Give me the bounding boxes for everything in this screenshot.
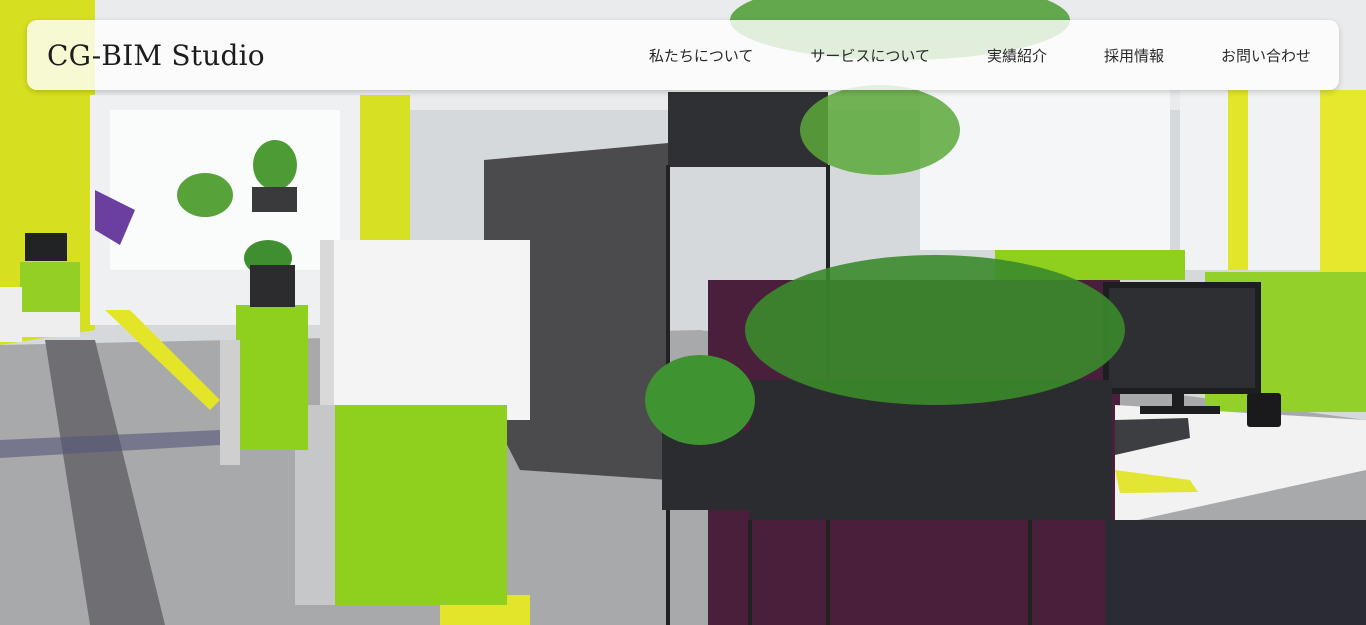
main-nav: 私たちについて サービスについて 実績紹介 採用情報 お問い合わせ	[649, 45, 1311, 66]
nav-item-recruit[interactable]: 採用情報	[1104, 45, 1164, 66]
site-header: CG-BIM Studio 私たちについて サービスについて 実績紹介 採用情報…	[27, 20, 1339, 90]
hero-background-image	[0, 0, 1366, 625]
nav-item-contact[interactable]: お問い合わせ	[1221, 45, 1311, 66]
site-logo[interactable]: CG-BIM Studio	[47, 39, 265, 72]
nav-item-about[interactable]: 私たちについて	[649, 45, 754, 66]
nav-item-services[interactable]: サービスについて	[810, 45, 930, 66]
nav-item-works[interactable]: 実績紹介	[987, 45, 1047, 66]
